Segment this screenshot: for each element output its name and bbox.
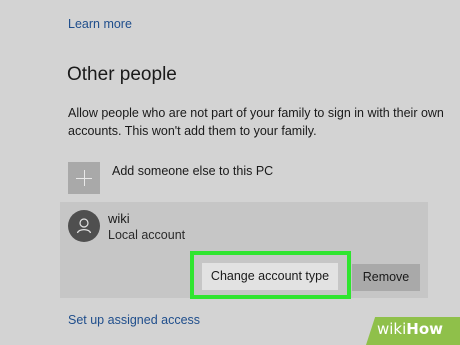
other-people-description: Allow people who are not part of your fa… bbox=[68, 106, 444, 138]
remove-button[interactable]: Remove bbox=[352, 264, 420, 291]
watermark-logo: wikiHow bbox=[377, 320, 443, 338]
account-type-label: Local account bbox=[108, 228, 186, 242]
learn-more-link[interactable]: Learn more bbox=[68, 17, 132, 31]
add-someone-label: Add someone else to this PC bbox=[112, 164, 274, 178]
watermark-part2: How bbox=[406, 320, 444, 338]
settings-page: Learn more Other people Allow people who… bbox=[0, 0, 460, 345]
watermark-part1: wiki bbox=[377, 320, 407, 338]
section-title-other-people: Other people bbox=[67, 64, 177, 85]
account-name: wiki bbox=[108, 211, 130, 226]
change-account-type-button[interactable]: Change account type bbox=[202, 263, 338, 290]
assigned-access-link[interactable]: Set up assigned access bbox=[68, 313, 200, 327]
add-someone-button[interactable]: Add someone else to this PC bbox=[68, 162, 273, 194]
person-icon bbox=[68, 210, 100, 242]
plus-icon bbox=[68, 162, 100, 194]
